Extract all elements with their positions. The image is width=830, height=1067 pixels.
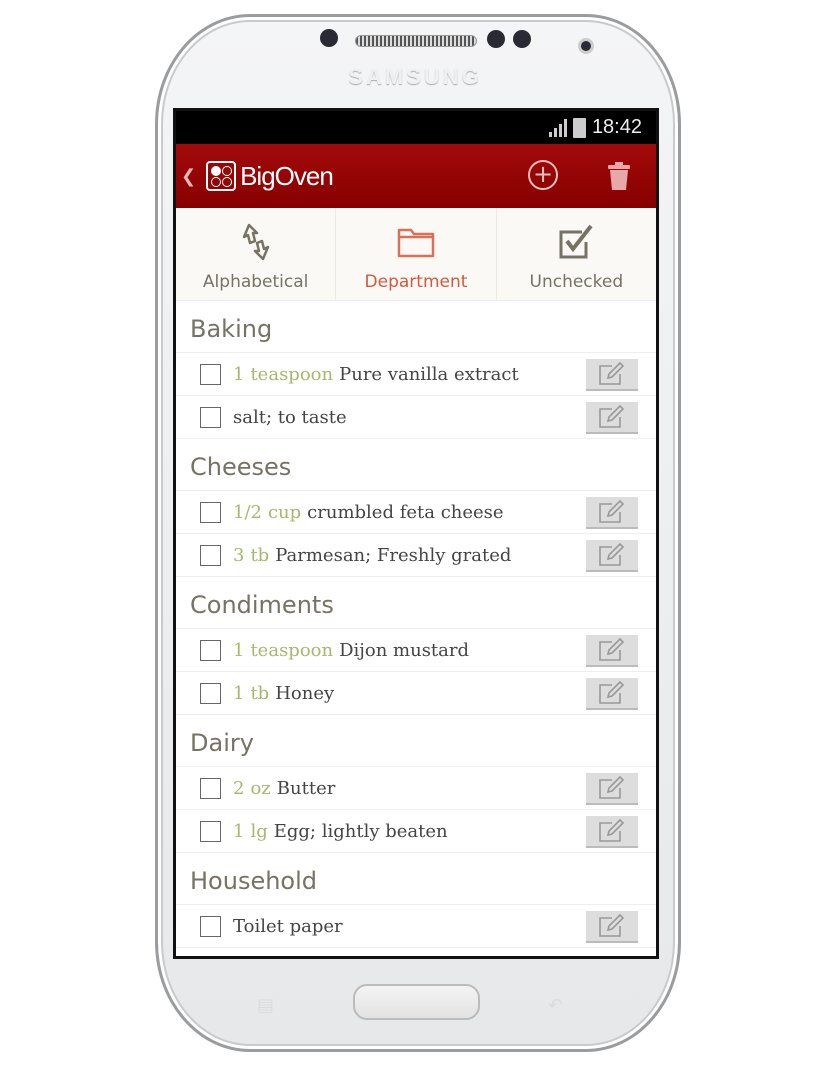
app-name: BigOven [240,160,334,191]
earpiece-speaker [355,35,477,47]
item-quantity: 2 [233,777,245,799]
back-chevron-icon[interactable]: ❮ [181,166,196,187]
list-item: 3 tb Parmesan; Freshly grated [176,534,656,577]
checkbox-checked-icon [559,224,593,259]
item-checkbox[interactable] [200,544,221,566]
item-quantity: 1 [233,639,245,661]
edit-icon [599,819,625,842]
edit-icon [599,776,625,799]
item-name: Toilet paper [233,915,343,937]
bigoven-logo-icon [206,161,237,191]
edit-button[interactable] [586,635,638,667]
item-quantity: 1 [233,820,245,842]
sensor-icon [487,30,505,48]
item-unit: oz [250,777,271,799]
list-item: 1/2 cup crumbled feta cheese [176,491,656,534]
tab-alphabetical[interactable]: Alphabetical [176,208,337,300]
item-quantity: 3 [233,544,245,566]
edit-button[interactable] [586,402,638,434]
edit-icon [599,638,625,661]
edit-icon [599,914,625,937]
item-name: Butter [276,777,336,799]
sort-arrows-icon [242,223,269,261]
shopping-list: Baking 1 teaspoon Pure vanilla extract salt;… [176,301,656,948]
item-name: salt; to taste [233,406,347,428]
item-unit: teaspoon [250,639,334,661]
home-button[interactable] [353,984,480,1020]
front-camera-icon [578,38,594,54]
edit-button[interactable] [586,816,638,848]
list-item: salt; to taste [176,396,656,439]
screen: 18:42 ❮ BigOven + Alphabetical Departmen… [173,108,659,959]
section-heading: Household [176,853,656,905]
list-item: 1 teaspoon Pure vanilla extract [176,353,656,396]
item-name: Honey [275,682,335,704]
section-heading: Cheeses [176,439,656,491]
sensor-icon [513,30,531,48]
edit-icon [599,405,625,428]
trash-icon[interactable] [608,162,630,190]
edit-icon [599,543,625,566]
section-heading: Condiments [176,577,656,629]
item-name: Egg; lightly beaten [273,820,448,842]
tab-label: Alphabetical [202,272,309,292]
edit-button[interactable] [586,540,638,572]
status-bar: 18:42 [176,111,656,144]
edit-button[interactable] [586,911,638,943]
section-heading: Baking [176,301,656,353]
app-header: ❮ BigOven + [176,144,656,208]
section-heading: Dairy [176,715,656,767]
item-quantity: 1 [233,682,245,704]
sort-tabs: Alphabetical Department Unchecked [176,208,656,301]
edit-button[interactable] [586,359,638,391]
item-checkbox[interactable] [200,777,221,799]
item-checkbox[interactable] [200,406,221,428]
tab-unchecked[interactable]: Unchecked [497,208,656,300]
item-name: Parmesan; Freshly grated [275,544,512,566]
item-unit: lg [250,820,268,842]
edit-icon [599,681,625,704]
item-unit: tb [250,544,270,566]
status-time: 18:42 [591,116,642,138]
edit-icon [599,362,625,385]
edit-button[interactable] [586,678,638,710]
item-name: Pure vanilla extract [339,363,519,385]
item-name: Dijon mustard [339,639,470,661]
list-item: Toilet paper [176,905,656,948]
list-item: 1 tb Honey [176,672,656,715]
item-checkbox[interactable] [200,915,221,937]
tab-label: Department [364,272,468,292]
folder-icon [397,228,435,258]
device-brand-logo: SAMSUNG [348,64,482,89]
battery-icon [572,117,586,138]
sensor-icon [320,29,338,47]
edit-icon [599,500,625,523]
tab-label: Unchecked [529,272,624,292]
signal-icon [548,118,567,137]
item-checkbox[interactable] [200,639,221,661]
menu-key-icon[interactable]: ▤ [257,995,274,1016]
item-quantity: 1 [233,363,245,385]
item-checkbox[interactable] [200,682,221,704]
add-circle-icon[interactable]: + [528,160,558,190]
list-item: 1 lg Egg; lightly beaten [176,810,656,853]
item-quantity: 1/2 [233,501,262,523]
tab-department[interactable]: Department [336,208,497,300]
list-item: 1 teaspoon Dijon mustard [176,629,656,672]
item-unit: teaspoon [250,363,334,385]
item-checkbox[interactable] [200,820,221,842]
back-key-icon[interactable]: ↶ [548,995,563,1016]
item-unit: cup [267,501,302,523]
list-item: 2 oz Butter [176,767,656,810]
edit-button[interactable] [586,497,638,529]
item-checkbox[interactable] [200,501,221,523]
item-unit: tb [250,682,270,704]
item-name: crumbled feta cheese [307,501,504,523]
item-checkbox[interactable] [200,363,221,385]
edit-button[interactable] [586,773,638,805]
